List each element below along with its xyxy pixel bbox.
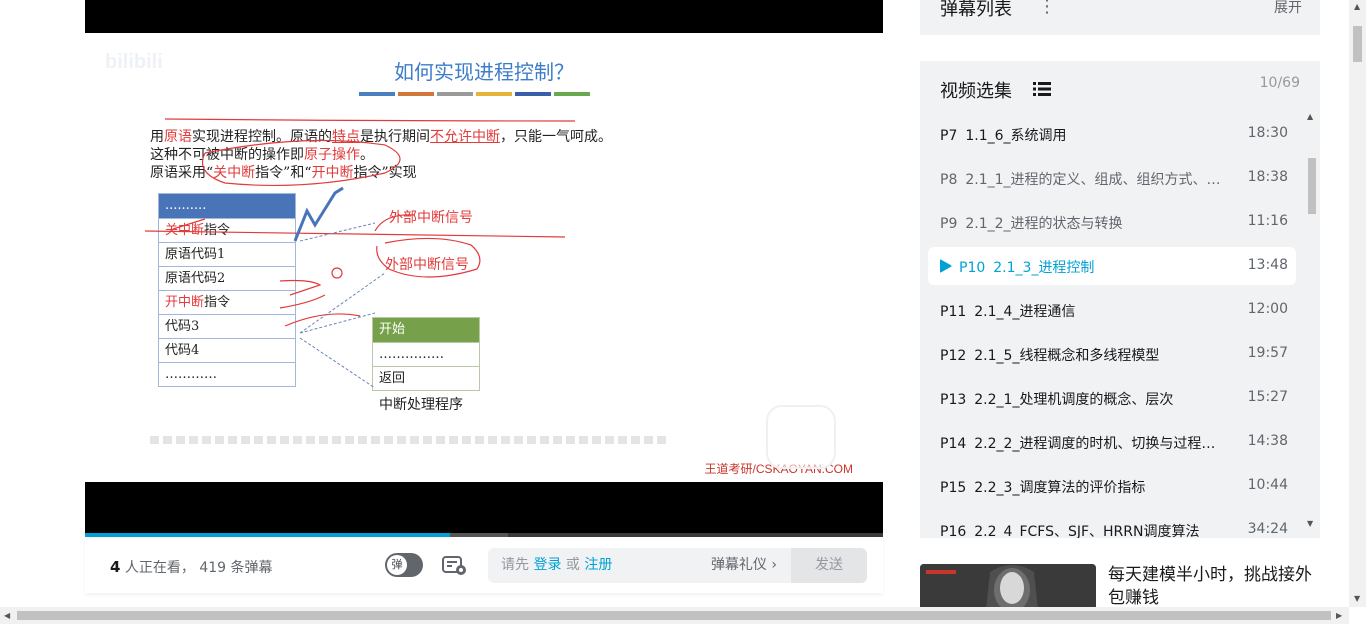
episode-item[interactable]: P14 2.2_2_进程调度的时机、切换与过程… 14:38 xyxy=(928,420,1296,464)
slide-line-3: 原语采用“关中断指令”和“开中断指令”实现 xyxy=(150,165,417,181)
danmaku-toggle[interactable]: 弹 xyxy=(385,553,423,577)
episode-item[interactable]: P7 1.1_6_系统调用 18:30 xyxy=(928,112,1296,156)
recommended-video-thumbnail[interactable] xyxy=(920,564,1096,610)
login-link[interactable]: 登录 xyxy=(533,557,561,573)
play-icon xyxy=(785,421,817,453)
scroll-up-arrow-icon[interactable]: ▲ xyxy=(1307,112,1313,121)
code-row: 原语代码1 xyxy=(159,242,295,266)
danmaku-etiquette-link[interactable]: 弹幕礼仪 › xyxy=(711,548,777,583)
code-row: 关中断指令 xyxy=(159,218,295,242)
send-danmaku-button[interactable]: 发送 xyxy=(791,548,867,583)
video-frame[interactable]: bilibili 如何实现进程控制？ 用原语实现进程控制。原语的特点是执行期间不… xyxy=(85,33,883,482)
episode-list-scrollbar[interactable] xyxy=(1308,158,1316,214)
list-view-icon[interactable] xyxy=(1033,81,1051,97)
scroll-left-icon[interactable]: ◀ xyxy=(4,611,10,620)
handler-caption: 中断处理程序 xyxy=(379,397,463,413)
episode-item[interactable]: P15 2.2_3_调度算法的评价指标 10:44 xyxy=(928,464,1296,508)
handler-row: 返回 xyxy=(373,366,479,390)
episode-list: P7 1.1_6_系统调用 18:30 P8 2.1_1_进程的定义、组成、组织方式、… xyxy=(928,112,1296,538)
code-row: .......... xyxy=(159,194,295,218)
primitive-code-box: .......... 关中断指令 原语代码1 原语代码2 开中断指令 代码3 代… xyxy=(158,193,296,387)
danmaku-settings-icon[interactable] xyxy=(442,555,468,581)
handler-row: 开始 xyxy=(373,318,479,342)
code-row: 原语代码2 xyxy=(159,266,295,290)
danmaku-toggle-label: 弹 xyxy=(387,555,407,575)
code-row: 开中断指令 xyxy=(159,290,295,314)
episode-item[interactable]: P12 2.1_5_线程概念和多线程模型 19:57 xyxy=(928,332,1296,376)
slide-line-1: 用原语实现进程控制。原语的特点是执行期间不允许中断，只能一气呵成。 xyxy=(150,129,612,145)
interrupt-handler-box: 开始 …………… 返回 xyxy=(372,317,480,391)
episode-item[interactable]: P8 2.1_1_进程的定义、组成、组织方式、… 18:38 xyxy=(928,156,1296,200)
episode-item[interactable]: P16 2.2_4_FCFS、SJF、HRRN调度算法 34:24 xyxy=(928,508,1296,538)
episode-item-active[interactable]: P10 2.1_3_进程控制 13:48 xyxy=(928,247,1296,285)
register-link[interactable]: 注册 xyxy=(584,557,612,573)
episode-list-title: 视频选集 xyxy=(940,81,1012,102)
slide-title: 如何实现进程控制？ xyxy=(394,60,574,84)
danmaku-list-title: 弹幕列表 xyxy=(940,0,1012,20)
episode-count: 10/69 xyxy=(1259,75,1300,91)
danmaku-input[interactable]: 请先 登录 或 注册 弹幕礼仪 › xyxy=(488,548,791,583)
page-vertical-scrollbar[interactable]: ▲ ▼ xyxy=(1349,0,1366,607)
blurred-subtitle xyxy=(150,436,670,444)
episode-list-card: 视频选集 10/69 P7 1.1_6_系统调用 18:30 P8 2.1_1_进程的… xyxy=(920,61,1320,538)
scroll-up-icon[interactable]: ▲ xyxy=(1354,2,1360,11)
annotation-interrupt-signal: 外部中断信号 xyxy=(389,210,473,226)
episode-item[interactable]: P9 2.1_2_进程的状态与转换 11:16 xyxy=(928,200,1296,244)
play-button[interactable] xyxy=(766,405,836,469)
expand-danmaku-list-button[interactable]: 展开 xyxy=(1274,0,1302,17)
code-row: ………… xyxy=(159,362,295,386)
viewer-status: 4 人正在看， 419 条弹幕 xyxy=(110,558,273,576)
page-horizontal-scrollbar[interactable]: ◀ ▶ xyxy=(0,607,1349,624)
recommended-video-title[interactable]: 每天建模半小时，挑战接外包赚钱 xyxy=(1108,564,1323,610)
episode-item[interactable]: P11 2.1_4_进程通信 12:00 xyxy=(928,288,1296,332)
slide-color-bars xyxy=(359,92,590,96)
more-icon[interactable]: ⋮ xyxy=(1038,0,1056,17)
danmaku-bar: 4 人正在看， 419 条弹幕 弹 请先 登录 或 注册 弹幕礼仪 › 发送 xyxy=(85,537,883,593)
page-horizontal-scroll-thumb[interactable] xyxy=(17,611,1331,620)
scroll-down-icon[interactable]: ▼ xyxy=(1354,594,1360,603)
scroll-down-arrow-icon[interactable]: ▼ xyxy=(1307,519,1313,528)
video-player[interactable]: bilibili 如何实现进程控制？ 用原语实现进程控制。原语的特点是执行期间不… xyxy=(85,0,883,537)
page-vertical-scroll-thumb[interactable] xyxy=(1353,26,1362,62)
handler-row: …………… xyxy=(373,342,479,366)
code-row: 代码3 xyxy=(159,314,295,338)
episode-item[interactable]: P13 2.2_1_处理机调度的概念、层次 15:27 xyxy=(928,376,1296,420)
scroll-right-icon[interactable]: ▶ xyxy=(1336,611,1342,620)
slide-line-2: 这种不可被中断的操作即原子操作。 xyxy=(150,147,374,163)
annotation-interrupt-signal-circled: 外部中断信号 xyxy=(385,257,469,273)
playing-icon xyxy=(940,259,952,273)
code-row: 代码4 xyxy=(159,338,295,362)
danmaku-list-header[interactable]: 弹幕列表 ⋮ 展开 xyxy=(920,0,1320,35)
